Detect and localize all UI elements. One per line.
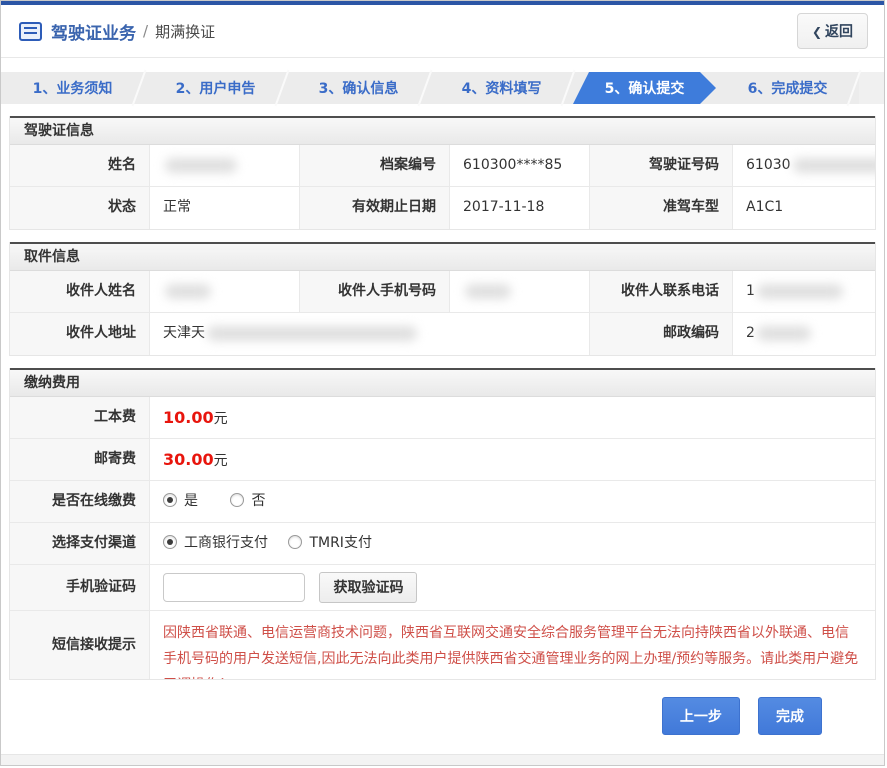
online-pay-label: 是否在线缴费 — [10, 481, 150, 523]
work-fee-amount: 10.00 — [163, 408, 214, 427]
breadcrumb-separator: / — [143, 22, 149, 40]
page-title: 驾驶证业务 — [51, 23, 136, 44]
option-label: 否 — [251, 493, 266, 509]
postal-code-value: 2 — [733, 313, 875, 355]
payment-table: 工本费 10.00元 邮寄费 30.00元 是否在线缴费 是 否 选择支付渠道 … — [10, 397, 875, 679]
online-pay-option-yes[interactable]: 是 — [163, 493, 198, 509]
section-title: 取件信息 — [10, 242, 875, 271]
tab-business-notice[interactable]: 1、业务须知 — [1, 72, 144, 104]
tab-label: 4、资料填写 — [461, 81, 542, 97]
expiry-label: 有效期止日期 — [300, 187, 450, 229]
redacted-recipient-phone — [756, 283, 843, 299]
header: 驾驶证业务 / 期满换证 ❮ 返回 — [1, 5, 884, 58]
sms-code-row: 获取验证码 — [150, 565, 875, 611]
delivery-table: 收件人姓名 收件人手机号码 收件人联系电话 1 收件人地址 天津天 邮政编码 2 — [10, 271, 875, 355]
channel-option-tmri[interactable]: TMRI支付 — [288, 535, 372, 551]
section-delivery-info: 取件信息 收件人姓名 收件人手机号码 收件人联系电话 1 收件人地址 天津天 邮… — [9, 242, 876, 356]
work-fee-label: 工本费 — [10, 397, 150, 439]
channel-label: 选择支付渠道 — [10, 523, 150, 565]
recipient-address-value: 天津天 — [150, 313, 590, 355]
sms-code-input[interactable] — [163, 572, 305, 602]
recipient-mobile-value — [450, 271, 590, 313]
recipient-address-label: 收件人地址 — [10, 313, 150, 355]
license-no-label: 驾驶证号码 — [590, 145, 733, 187]
redacted-recipient-address — [207, 325, 417, 341]
recipient-phone-label: 收件人联系电话 — [590, 271, 733, 313]
footer-bar — [1, 754, 884, 765]
back-button[interactable]: ❮ 返回 — [796, 13, 868, 49]
recipient-phone-prefix: 1 — [746, 283, 755, 299]
file-no-label: 档案编号 — [300, 145, 450, 187]
radio-selected-icon[interactable] — [163, 493, 177, 507]
postage-fee-label: 邮寄费 — [10, 439, 150, 481]
tab-complete-submit[interactable]: 6、完成提交 — [716, 72, 859, 104]
postage-fee-amount: 30.00 — [163, 450, 214, 469]
list-icon — [19, 21, 42, 41]
tab-label: 2、用户申告 — [175, 81, 256, 97]
postage-fee-value: 30.00元 — [150, 439, 875, 481]
get-code-button[interactable]: 获取验证码 — [319, 571, 418, 603]
recipient-mobile-label: 收件人手机号码 — [300, 271, 450, 313]
license-no-value: 61030 — [733, 145, 875, 187]
section-payment: 缴纳费用 工本费 10.00元 邮寄费 30.00元 是否在线缴费 是 否 选择… — [9, 368, 876, 680]
tab-fill-data[interactable]: 4、资料填写 — [430, 72, 573, 104]
tab-label: 5、确认提交 — [604, 81, 685, 97]
postal-code-label: 邮政编码 — [590, 313, 733, 355]
vehicle-class-label: 准驾车型 — [590, 187, 733, 229]
tab-confirm-info[interactable]: 3、确认信息 — [287, 72, 430, 104]
tab-label: 3、确认信息 — [318, 81, 399, 97]
expiry-value: 2017-11-18 — [450, 187, 590, 229]
redacted-recipient-name — [165, 283, 211, 299]
postal-code-prefix: 2 — [746, 325, 755, 341]
radio-selected-icon[interactable] — [163, 535, 177, 549]
status-value: 正常 — [150, 187, 300, 229]
recipient-address-prefix: 天津天 — [163, 325, 205, 341]
option-label: 是 — [184, 493, 198, 509]
section-license-info: 驾驶证信息 姓名 档案编号 610300****85 驾驶证号码 61030 状… — [9, 116, 876, 230]
channel-option-icbc[interactable]: 工商银行支付 — [163, 535, 268, 551]
chevron-left-icon: ❮ — [811, 25, 822, 39]
work-fee-value: 10.00元 — [150, 397, 875, 439]
tab-bar-filler — [859, 72, 884, 104]
step-tabs: 1、业务须知 2、用户申告 3、确认信息 4、资料填写 5、确认提交 6、完成提… — [1, 72, 884, 104]
redacted-postal-code — [756, 325, 811, 341]
radio-unselected-icon[interactable] — [230, 493, 245, 507]
breadcrumb-current: 期满换证 — [155, 22, 216, 41]
name-label: 姓名 — [10, 145, 150, 187]
file-no-value: 610300****85 — [450, 145, 590, 187]
recipient-phone-value: 1 — [733, 271, 875, 313]
sms-tip-label: 短信接收提示 — [10, 611, 150, 679]
fee-unit: 元 — [213, 453, 228, 469]
previous-step-button[interactable]: 上一步 — [661, 697, 740, 735]
tab-label: 6、完成提交 — [747, 81, 828, 97]
tab-user-declaration[interactable]: 2、用户申告 — [144, 72, 287, 104]
page: 驾驶证业务 / 期满换证 ❮ 返回 1、业务须知 2、用户申告 3、确认信息 4、… — [0, 0, 885, 766]
recipient-name-value — [150, 271, 300, 313]
option-label: TMRI支付 — [309, 535, 372, 551]
license-table: 姓名 档案编号 610300****85 驾驶证号码 61030 状态 正常 有… — [10, 145, 875, 229]
online-pay-option-no[interactable]: 否 — [230, 493, 265, 509]
back-button-label: 返回 — [825, 24, 853, 40]
section-title: 缴纳费用 — [10, 368, 875, 397]
fee-unit: 元 — [213, 411, 228, 427]
radio-unselected-icon[interactable] — [288, 535, 303, 549]
redacted-recipient-mobile — [465, 283, 511, 299]
status-label: 状态 — [10, 187, 150, 229]
tab-label: 1、业务须知 — [32, 81, 113, 97]
option-label: 工商银行支付 — [184, 535, 268, 551]
online-pay-options: 是 否 — [150, 481, 875, 523]
recipient-name-label: 收件人姓名 — [10, 271, 150, 313]
sms-code-label: 手机验证码 — [10, 565, 150, 611]
vehicle-class-value: A1C1 — [733, 187, 875, 229]
finish-button[interactable]: 完成 — [758, 697, 822, 735]
redacted-license-no — [792, 157, 875, 173]
sms-tip-text: 因陕西省联通、电信运营商技术问题，陕西省互联网交通安全综合服务管理平台无法向持陕… — [150, 611, 875, 679]
tab-confirm-submit-active[interactable]: 5、确认提交 — [573, 72, 716, 104]
form-actions: 上一步 完成 — [1, 697, 884, 735]
redacted-name — [165, 157, 237, 173]
name-value — [150, 145, 300, 187]
section-title: 驾驶证信息 — [10, 116, 875, 145]
channel-options: 工商银行支付 TMRI支付 — [150, 523, 875, 565]
license-no-prefix: 61030 — [746, 157, 791, 173]
